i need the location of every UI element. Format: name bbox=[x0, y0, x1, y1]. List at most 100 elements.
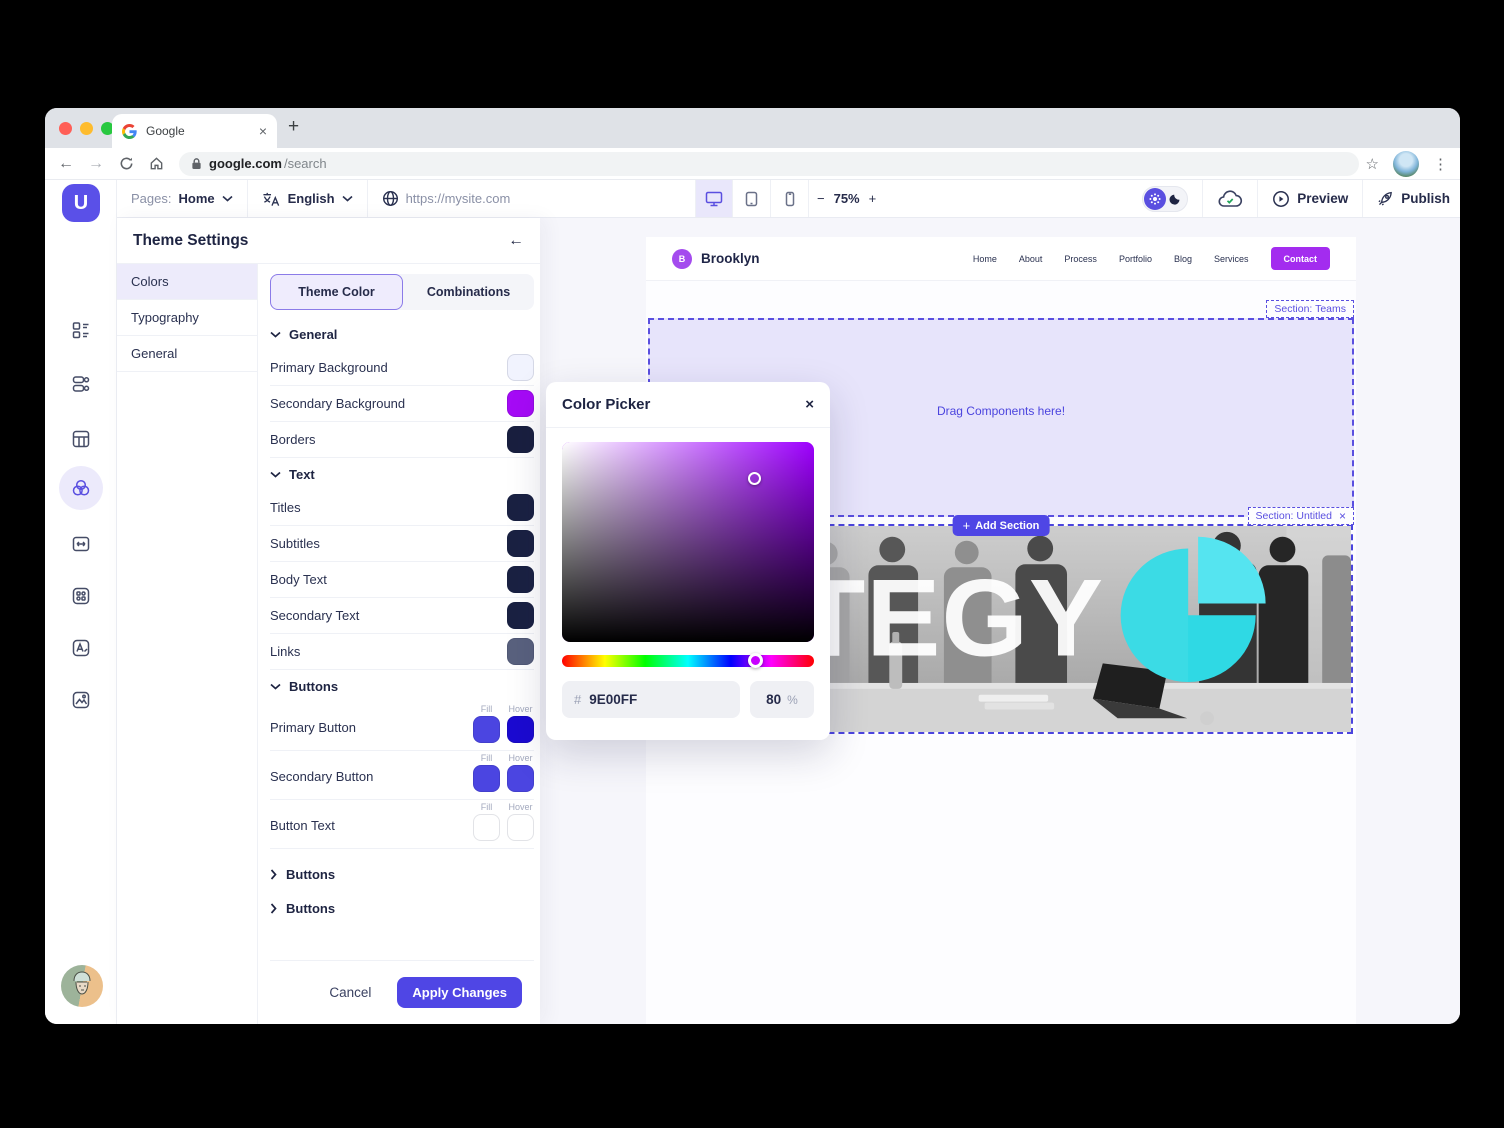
alpha-value: 80 bbox=[766, 692, 781, 707]
toolbar-divider bbox=[247, 180, 248, 217]
apply-changes-button[interactable]: Apply Changes bbox=[397, 977, 522, 1008]
browser-menu-icon[interactable]: ⋮ bbox=[1433, 155, 1448, 173]
color-swatch[interactable] bbox=[507, 390, 534, 417]
mobile-view-button[interactable] bbox=[771, 180, 809, 217]
site-brand[interactable]: B Brooklyn bbox=[672, 249, 760, 269]
color-swatch[interactable] bbox=[507, 638, 534, 665]
fill-swatch[interactable] bbox=[473, 716, 500, 743]
hover-swatch[interactable] bbox=[507, 765, 534, 792]
sidebar-item-colors[interactable] bbox=[45, 468, 117, 508]
preview-button[interactable]: Preview bbox=[1272, 190, 1348, 208]
color-tabs: Theme Color Combinations bbox=[270, 274, 534, 310]
builder-toolbar: Pages: Home English https://mysite.com bbox=[117, 180, 1460, 218]
color-swatch[interactable] bbox=[507, 530, 534, 557]
close-window-button[interactable] bbox=[59, 122, 72, 135]
color-row: Body Text bbox=[270, 562, 534, 598]
desktop-view-button[interactable] bbox=[695, 180, 733, 217]
play-circle-icon bbox=[1272, 190, 1290, 208]
sidebar-item-spacing[interactable] bbox=[45, 524, 117, 564]
group-header-general[interactable]: General bbox=[270, 318, 534, 350]
tab-theme-color[interactable]: Theme Color bbox=[270, 274, 403, 310]
sidebar-item-widgets[interactable] bbox=[45, 576, 117, 616]
color-swatch[interactable] bbox=[507, 602, 534, 629]
tab-combinations[interactable]: Combinations bbox=[403, 274, 534, 310]
language-value: English bbox=[288, 191, 335, 206]
subnav-item-colors[interactable]: Colors bbox=[117, 264, 257, 300]
language-selector[interactable]: English bbox=[262, 191, 353, 207]
close-icon[interactable]: × bbox=[805, 396, 814, 413]
fill-swatch[interactable] bbox=[473, 765, 500, 792]
site-nav-home[interactable]: Home bbox=[973, 254, 997, 264]
browser-tab[interactable]: Google × bbox=[112, 114, 277, 148]
sidebar-item-media[interactable] bbox=[45, 680, 117, 720]
chevron-down-icon bbox=[342, 195, 353, 202]
alpha-input[interactable]: 80 % bbox=[750, 681, 814, 718]
site-nav-process[interactable]: Process bbox=[1064, 254, 1097, 264]
color-picker-dialog: Color Picker × # 9E00FF bbox=[546, 382, 830, 740]
new-tab-button[interactable]: + bbox=[288, 116, 299, 138]
color-swatch[interactable] bbox=[507, 566, 534, 593]
collapsed-group-buttons[interactable]: Buttons bbox=[270, 857, 534, 891]
cancel-button[interactable]: Cancel bbox=[329, 985, 371, 1000]
sidebar-item-dashboard[interactable] bbox=[45, 310, 117, 350]
address-bar[interactable]: google.com/search bbox=[179, 152, 1359, 176]
minimize-window-button[interactable] bbox=[80, 122, 93, 135]
color-swatch[interactable] bbox=[507, 426, 534, 453]
remove-section-icon[interactable]: × bbox=[1339, 509, 1346, 523]
chevron-right-icon bbox=[270, 903, 277, 914]
user-avatar[interactable] bbox=[61, 965, 103, 1007]
add-section-button[interactable]: + Add Section bbox=[953, 515, 1050, 536]
color-swatch[interactable] bbox=[507, 354, 534, 381]
browser-profile-avatar[interactable] bbox=[1393, 151, 1419, 177]
saturation-value-area[interactable] bbox=[562, 442, 814, 642]
hover-swatch[interactable] bbox=[507, 814, 534, 841]
group-header-text[interactable]: Text bbox=[270, 458, 534, 490]
forward-icon[interactable]: → bbox=[81, 155, 111, 173]
sidebar-item-pages[interactable] bbox=[45, 364, 117, 404]
collapsed-group-buttons[interactable]: Buttons bbox=[270, 891, 534, 925]
home-icon[interactable] bbox=[141, 156, 171, 171]
hue-slider[interactable] bbox=[562, 655, 814, 667]
bookmark-star-icon[interactable]: ☆ bbox=[1366, 155, 1379, 173]
site-nav-about[interactable]: About bbox=[1019, 254, 1043, 264]
site-nav-blog[interactable]: Blog bbox=[1174, 254, 1192, 264]
site-nav-portfolio[interactable]: Portfolio bbox=[1119, 254, 1152, 264]
sidebar-item-tables[interactable] bbox=[45, 419, 117, 459]
tab-close-icon[interactable]: × bbox=[259, 123, 267, 139]
hex-input[interactable]: # 9E00FF bbox=[562, 681, 740, 718]
color-picker-title: Color Picker bbox=[562, 396, 650, 413]
dark-mode-moon-icon bbox=[1169, 192, 1183, 206]
site-nav-services[interactable]: Services bbox=[1214, 254, 1249, 264]
lock-icon bbox=[191, 157, 202, 170]
window-controls[interactable] bbox=[59, 122, 114, 135]
app-logo[interactable]: U bbox=[62, 184, 100, 222]
widgets-icon bbox=[72, 587, 90, 605]
subnav-item-typography[interactable]: Typography bbox=[117, 300, 257, 336]
hover-swatch[interactable] bbox=[507, 716, 534, 743]
publish-button[interactable]: Publish bbox=[1377, 190, 1450, 207]
workspace: Theme Settings ← Colors Typography Gener… bbox=[117, 218, 1460, 1024]
pages-selector[interactable]: Pages: Home bbox=[131, 191, 233, 206]
site-nav: Home About Process Portfolio Blog Servic… bbox=[973, 247, 1330, 270]
back-icon[interactable]: ← bbox=[51, 155, 81, 173]
zoom-in-button[interactable]: + bbox=[869, 191, 877, 206]
chevron-down-icon bbox=[270, 683, 281, 690]
theme-settings-panel: Theme Settings ← Colors Typography Gener… bbox=[117, 218, 540, 1024]
hue-slider-thumb[interactable] bbox=[748, 653, 763, 668]
sidebar-item-typography[interactable] bbox=[45, 628, 117, 668]
group-header-buttons[interactable]: Buttons bbox=[270, 670, 534, 702]
section-label-untitled[interactable]: Section: Untitled × bbox=[1248, 507, 1354, 525]
section-label-teams[interactable]: Section: Teams bbox=[1266, 300, 1354, 318]
back-arrow-icon[interactable]: ← bbox=[509, 232, 525, 250]
button-color-row: Secondary Button Fill Hover bbox=[270, 751, 534, 800]
button-color-row: Primary Button Fill Hover bbox=[270, 702, 534, 751]
contact-button[interactable]: Contact bbox=[1271, 247, 1331, 270]
color-swatch[interactable] bbox=[507, 494, 534, 521]
zoom-out-button[interactable]: − bbox=[817, 191, 825, 206]
site-url-field[interactable]: https://mysite.com bbox=[382, 190, 511, 207]
fill-swatch[interactable] bbox=[473, 814, 500, 841]
reload-icon[interactable] bbox=[111, 156, 141, 171]
theme-mode-toggle[interactable] bbox=[1142, 186, 1188, 212]
subnav-item-general[interactable]: General bbox=[117, 336, 257, 372]
tablet-view-button[interactable] bbox=[733, 180, 771, 217]
